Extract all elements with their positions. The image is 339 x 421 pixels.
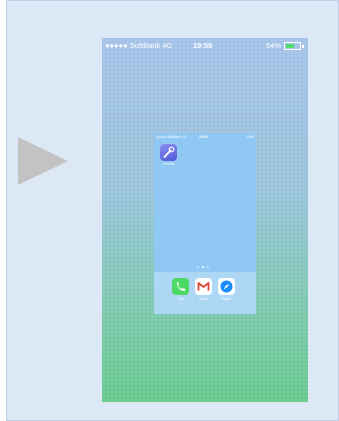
wrench-icon[interactable] xyxy=(160,144,177,161)
battery-fill xyxy=(286,44,294,49)
status-bar: ●●●●● SoftBank 4G 19:59 64% xyxy=(102,38,308,54)
mini-clock: 19:59 xyxy=(199,135,208,139)
compass-icon[interactable] xyxy=(218,278,235,295)
phone-icon[interactable] xyxy=(172,278,189,295)
mini-status-bar: ●●●●● SoftBank 4G 19:59 64% xyxy=(154,133,256,141)
carrier-label: ●●●●● SoftBank 4G xyxy=(105,41,173,50)
play-arrow-icon[interactable] xyxy=(18,137,68,185)
dock-label-safari: Safari xyxy=(222,297,231,301)
app-label-chrome: Chrome xyxy=(162,162,175,166)
page-dot-active xyxy=(202,266,204,268)
page-dot xyxy=(207,266,209,268)
gmail-icon[interactable] xyxy=(195,278,212,295)
mini-battery: 64% xyxy=(247,135,254,139)
dock-label-call: Call xyxy=(177,297,184,301)
battery-icon xyxy=(284,42,301,51)
battery-percent: 64% xyxy=(265,41,281,50)
page-indicator xyxy=(197,266,213,269)
battery-nub xyxy=(302,44,304,48)
battery-status: 64% xyxy=(266,38,304,54)
dock: Call Gmail Safari xyxy=(154,272,256,314)
phone-screen: ●●●●● SoftBank 4G 19:59 64% ●●●●● SoftBa… xyxy=(102,38,308,402)
clock: 19:59 xyxy=(193,41,213,50)
mini-screen-preview[interactable]: ●●●●● SoftBank 4G 19:59 64% Chrome Call xyxy=(154,133,256,314)
dock-label-gmail: Gmail xyxy=(199,297,208,301)
page-dot xyxy=(197,266,199,268)
mini-carrier: ●●●●● SoftBank 4G xyxy=(156,135,187,139)
